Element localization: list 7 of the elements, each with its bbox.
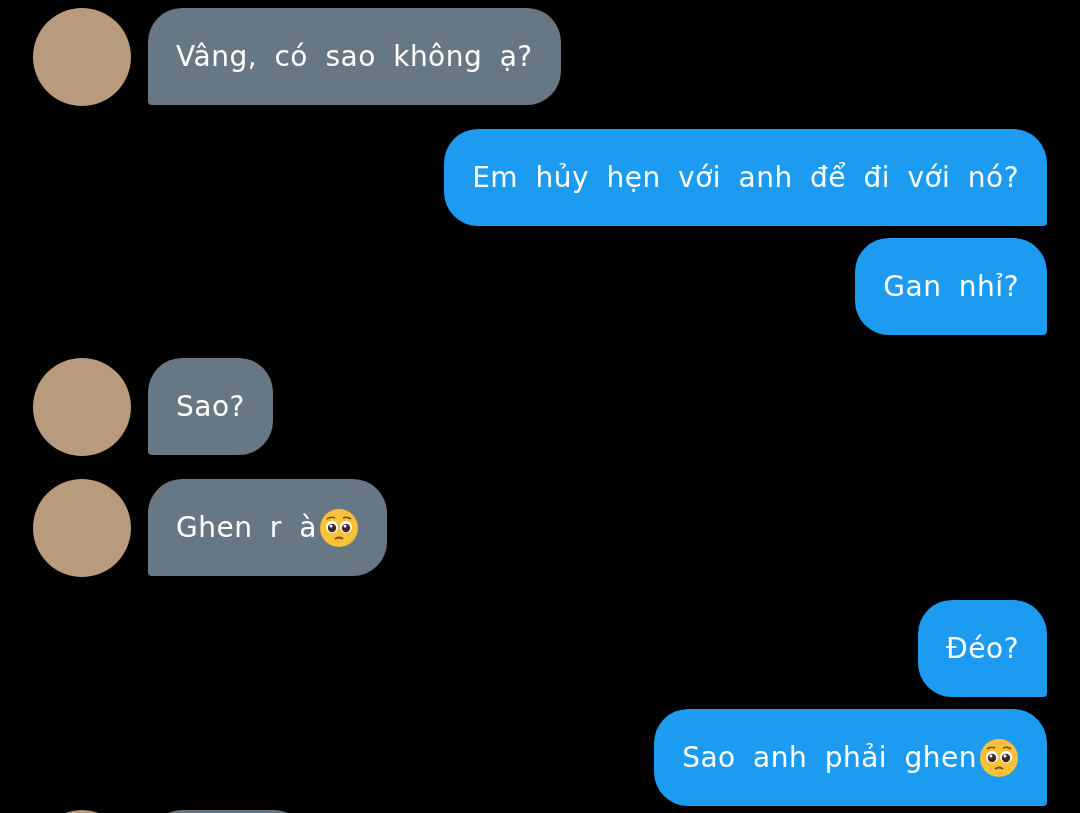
message-text: Sao? bbox=[176, 390, 245, 423]
message-text: Gan nhỉ? bbox=[883, 270, 1019, 303]
message-text: Em hủy hẹn với anh để đi với nó? bbox=[472, 161, 1019, 194]
message-text: Sao anh phải ghen bbox=[682, 741, 977, 774]
message-text: Vâng, có sao không ạ? bbox=[176, 40, 533, 73]
message-text: Đéo? bbox=[946, 632, 1019, 665]
message-text: Ghen r à bbox=[176, 511, 317, 544]
